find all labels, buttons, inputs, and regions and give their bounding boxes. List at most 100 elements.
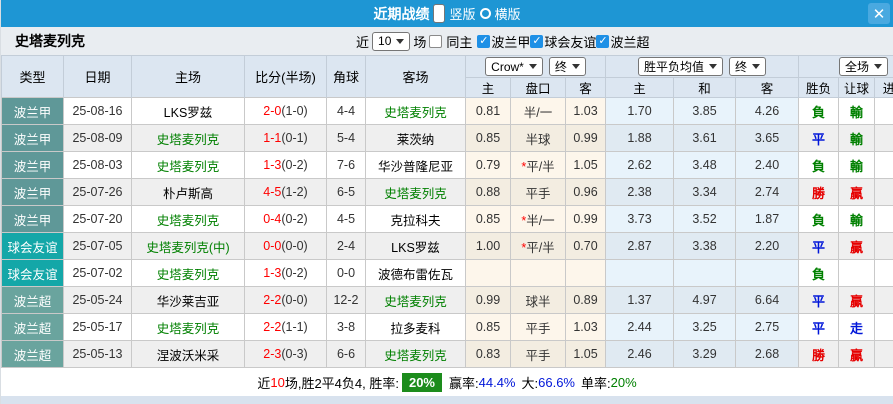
results-table-wrap: 类型 日期 主场 比分(半场) 角球 客场 Crow* 终 <box>1 55 893 368</box>
over-under-cell: 大 <box>875 314 893 341</box>
league-checkbox-2[interactable]: ✓ <box>596 35 609 48</box>
sub-col-header-0: 主 <box>466 78 511 98</box>
home-team-cell: 华沙莱吉亚 <box>132 287 245 314</box>
near-label: 近 <box>356 32 369 51</box>
radio-horizontal-layout-label[interactable]: 横版 <box>495 4 521 23</box>
scope-select[interactable]: 全场 <box>839 57 888 76</box>
sub-col-header-1: 盘口 <box>511 78 566 98</box>
date-cell: 25-08-09 <box>64 125 132 152</box>
away-team-cell: 史塔麦列克 <box>366 98 466 125</box>
over-under-cell: 大 <box>875 341 893 368</box>
avg-home-cell: 1.37 <box>606 287 674 314</box>
home-odds-cell <box>466 260 511 287</box>
away-odds-cell: 0.99 <box>566 125 606 152</box>
avg-home-cell: 2.38 <box>606 179 674 206</box>
avg-type-select[interactable]: 胜平负均值 <box>638 57 723 76</box>
results-table: 类型 日期 主场 比分(半场) 角球 客场 Crow* 终 <box>1 55 893 368</box>
score-cell: 1-3(0-2) <box>245 260 327 287</box>
league-checkbox-1[interactable]: ✓ <box>530 35 543 48</box>
away-team-cell: 克拉科夫 <box>366 206 466 233</box>
score-cell: 2-3(0-3) <box>245 341 327 368</box>
radio-vertical-layout-label[interactable]: 竖版 <box>449 4 475 23</box>
corner-cell: 0-0 <box>327 260 366 287</box>
handicap-line-cell: 半球 <box>511 125 566 152</box>
avg-draw-cell <box>674 260 736 287</box>
league-checkbox-label[interactable]: 波兰甲 <box>491 32 530 51</box>
avg-time-select[interactable]: 终 <box>729 57 766 76</box>
over-under-cell <box>875 260 893 287</box>
radio-vertical-layout-icon[interactable] <box>433 4 445 23</box>
single-value: 20% <box>611 375 637 390</box>
odds-time-select[interactable]: 终 <box>549 57 586 76</box>
handicap-line-cell: *半/一 <box>511 206 566 233</box>
avg-draw-cell: 3.85 <box>674 98 736 125</box>
games-count-select[interactable]: 10 <box>372 32 410 51</box>
corner-cell: 5-4 <box>327 125 366 152</box>
handicap-result-cell: 贏 <box>839 179 875 206</box>
avg-dropdown-group: 胜平负均值 终 <box>606 56 799 78</box>
col-header-date: 日期 <box>64 56 132 98</box>
league-checkbox-label[interactable]: 波兰超 <box>610 32 649 51</box>
table-row: 波兰超25-05-17史塔麦列克2-2(1-1)3-8拉多麦科0.85平手1.0… <box>2 314 893 341</box>
home-team-cell: 史塔麦列克 <box>132 152 245 179</box>
score-cell: 1-1(0-1) <box>245 125 327 152</box>
col-header-corner: 角球 <box>327 56 366 98</box>
score-cell: 2-2(1-1) <box>245 314 327 341</box>
chevron-down-icon <box>874 64 882 69</box>
handicap-result-cell: 贏 <box>839 287 875 314</box>
over-under-cell: 大 <box>875 287 893 314</box>
chevron-down-icon <box>529 64 537 69</box>
table-row: 波兰甲25-08-09史塔麦列克1-1(0-1)5-4莱茨纳0.85半球0.99… <box>2 125 893 152</box>
home-team-cell: 史塔麦列克 <box>132 260 245 287</box>
chevron-down-icon <box>752 64 760 69</box>
home-team-cell: 涅波沃米采 <box>132 341 245 368</box>
result-cell: 負 <box>799 98 839 125</box>
radio-horizontal-layout-icon[interactable] <box>480 8 491 19</box>
avg-draw-cell: 3.38 <box>674 233 736 260</box>
league-cell: 球会友谊 <box>2 260 64 287</box>
date-cell: 25-05-24 <box>64 287 132 314</box>
table-row: 波兰甲25-08-16LKS罗兹2-0(1-0)4-4史塔麦列克0.81半/一1… <box>2 98 893 125</box>
away-team-cell: 莱茨纳 <box>366 125 466 152</box>
avg-away-cell: 2.68 <box>736 341 799 368</box>
over-under-cell: 小 <box>875 125 893 152</box>
league-cell: 波兰甲 <box>2 98 64 125</box>
away-team-cell: 波德布雷佐瓦 <box>366 260 466 287</box>
league-checkbox-label[interactable]: 球会友谊 <box>544 32 596 51</box>
handicap-result-cell: 輸 <box>839 206 875 233</box>
table-row: 波兰超25-05-13涅波沃米采2-3(0-3)6-6史塔麦列克0.83平手1.… <box>2 341 893 368</box>
avg-away-cell: 6.64 <box>736 287 799 314</box>
handicap-line-cell: 半/一 <box>511 98 566 125</box>
big-value: 66.6% <box>538 375 575 390</box>
date-cell: 25-05-13 <box>64 341 132 368</box>
home-odds-cell: 0.99 <box>466 287 511 314</box>
away-team-cell: 史塔麦列克 <box>366 179 466 206</box>
away-odds-cell: 1.03 <box>566 314 606 341</box>
home-odds-cell: 0.83 <box>466 341 511 368</box>
col-header-score: 比分(半场) <box>245 56 327 98</box>
handicap-result-cell: 輸 <box>839 125 875 152</box>
avg-home-cell: 2.62 <box>606 152 674 179</box>
sub-col-header-4: 和 <box>674 78 736 98</box>
close-icon[interactable]: ✕ <box>868 3 890 24</box>
league-cell: 波兰超 <box>2 341 64 368</box>
sub-col-header-6: 胜负 <box>799 78 839 98</box>
col-header-home: 主场 <box>132 56 245 98</box>
date-cell: 25-08-03 <box>64 152 132 179</box>
handicap-win-label: 赢率: <box>449 373 479 392</box>
same-home-checkbox[interactable] <box>429 35 442 48</box>
league-checkbox-0[interactable]: ✓ <box>477 35 490 48</box>
league-cell: 球会友谊 <box>2 233 64 260</box>
handicap-result-cell: 輸 <box>839 98 875 125</box>
result-cell: 平 <box>799 314 839 341</box>
home-odds-cell: 0.85 <box>466 206 511 233</box>
corner-cell: 7-6 <box>327 152 366 179</box>
date-cell: 25-08-16 <box>64 98 132 125</box>
summary-bar: 近10场,胜2平4负4, 胜率:20% 赢率:44.4% 大:66.6% 单率:… <box>1 368 893 396</box>
avg-home-cell: 3.73 <box>606 206 674 233</box>
home-odds-cell: 0.88 <box>466 179 511 206</box>
scope-dropdown-group: 全场 <box>799 56 893 78</box>
result-cell: 負 <box>799 152 839 179</box>
result-cell: 負 <box>799 260 839 287</box>
odds-source-select[interactable]: Crow* <box>485 57 543 76</box>
